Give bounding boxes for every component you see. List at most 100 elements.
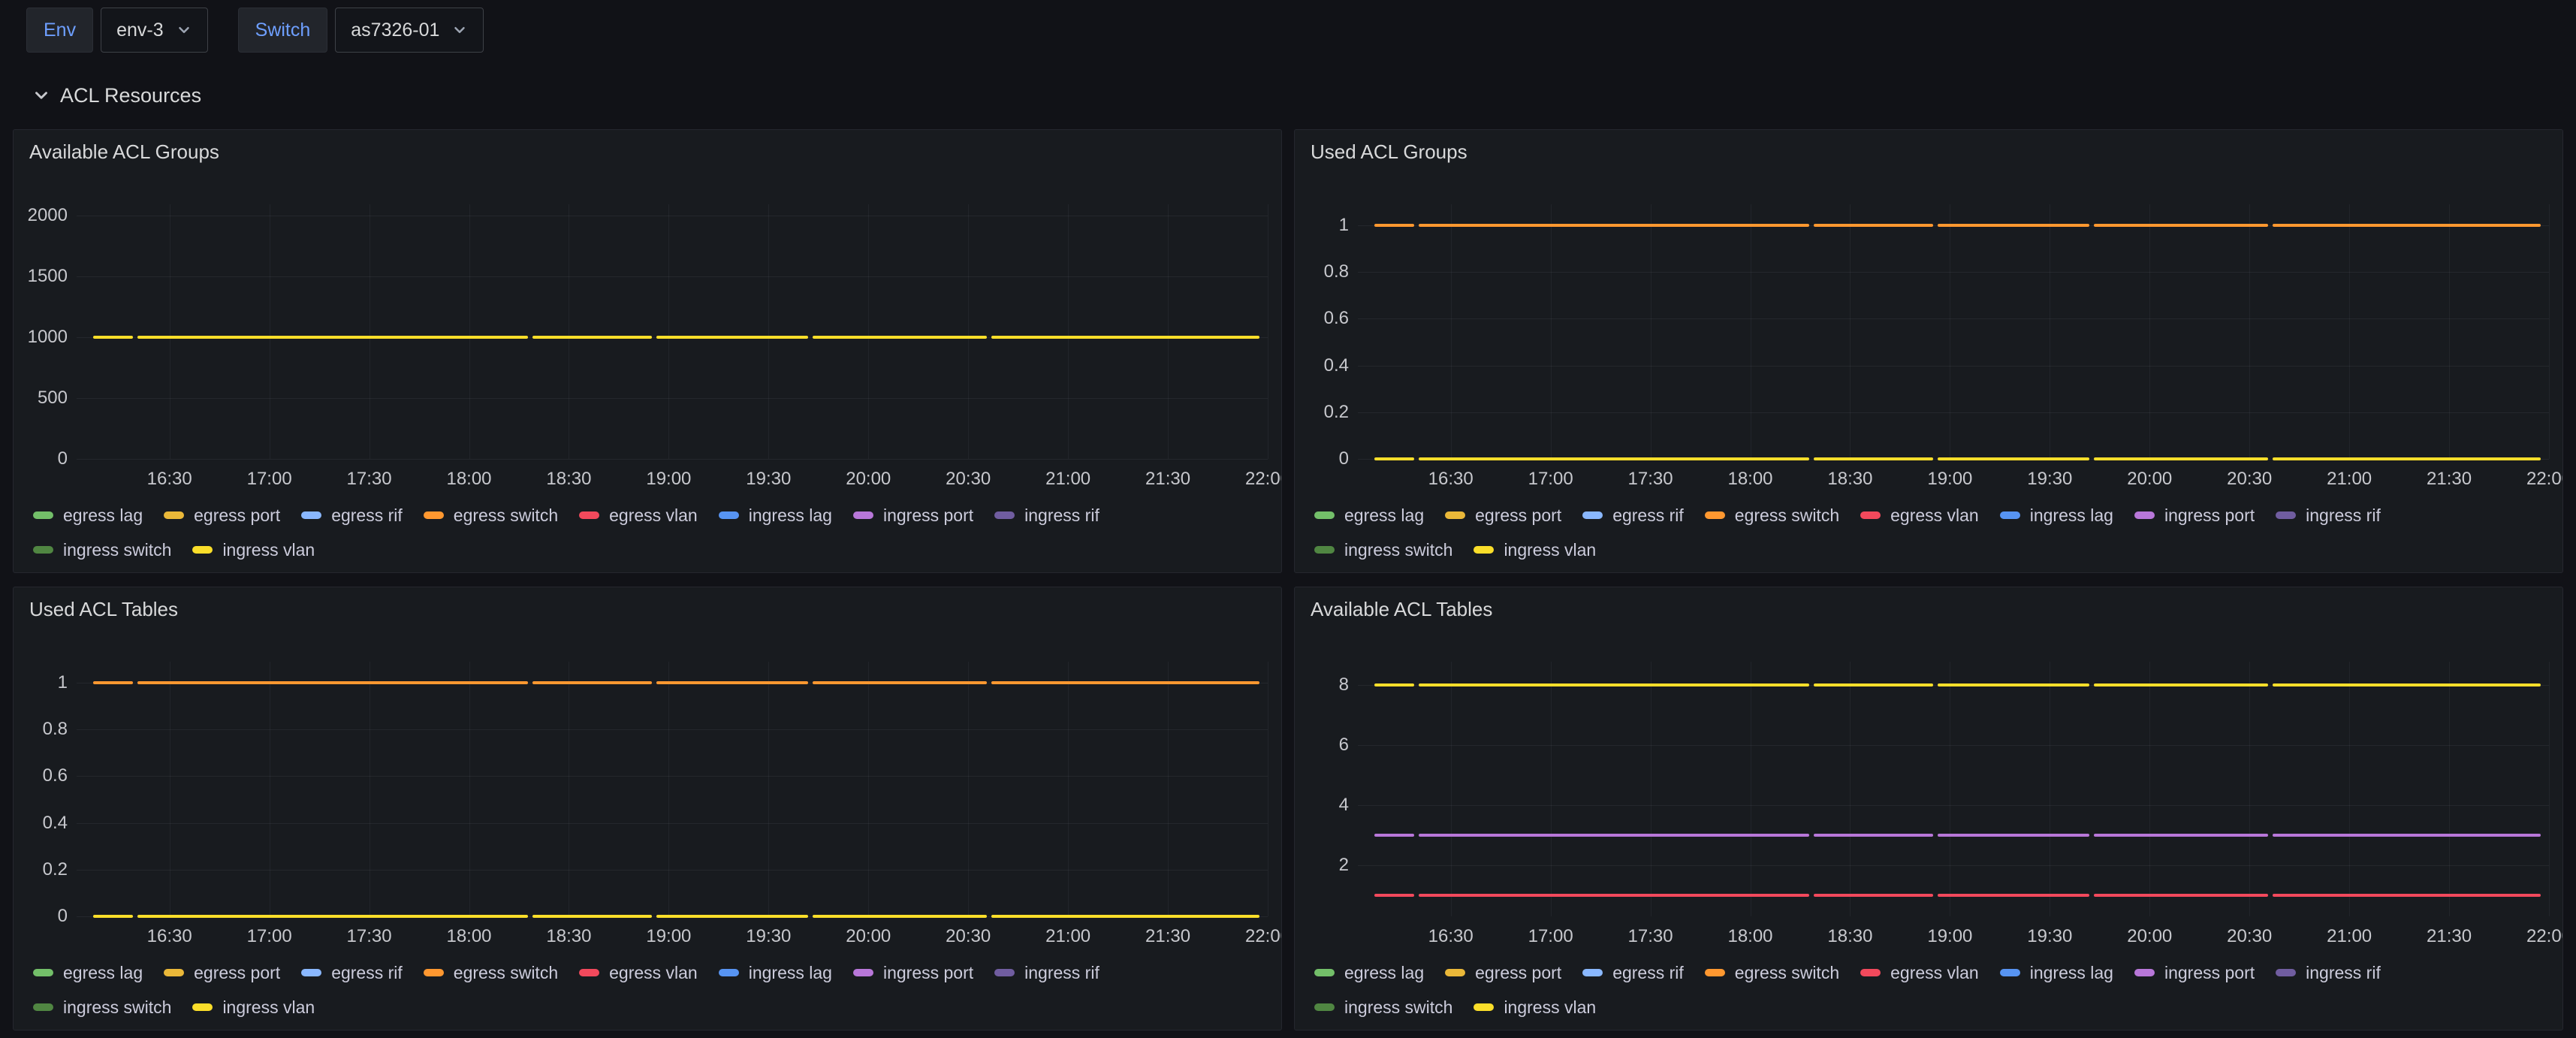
gridline — [1358, 805, 2549, 806]
legend-item-egress-port[interactable]: egress port — [164, 505, 280, 526]
y-axis-tick-label: 1000 — [14, 326, 68, 349]
legend-label: egress switch — [454, 963, 558, 983]
legend-label: ingress vlan — [1504, 997, 1596, 1018]
legend-label: ingress rif — [2306, 963, 2381, 983]
env-variable-select[interactable]: env-3 — [101, 8, 208, 53]
legend-item-ingress-port[interactable]: ingress port — [2134, 963, 2255, 983]
x-axis-tick-label: 21:30 — [1145, 468, 1190, 490]
x-axis-tick-label: 18:00 — [446, 925, 491, 948]
legend-item-ingress-rif[interactable]: ingress rif — [2276, 963, 2381, 983]
legend-item-ingress-switch[interactable]: ingress switch — [33, 997, 171, 1018]
legend-item-egress-lag[interactable]: egress lag — [1314, 963, 1424, 983]
legend-item-egress-vlan[interactable]: egress vlan — [579, 505, 698, 526]
legend-item-egress-port[interactable]: egress port — [1445, 505, 1561, 526]
legend-label: ingress switch — [1344, 540, 1452, 560]
chart-plot — [1358, 662, 2549, 916]
switch-variable-group: Switch as7326-01 — [238, 8, 484, 53]
legend-color-swatch — [164, 511, 184, 519]
panel-title[interactable]: Available ACL Groups — [29, 140, 219, 164]
chart-legend: egress lag egress port egress rif egress sw… — [1314, 955, 2555, 1024]
legend-item-egress-rif[interactable]: egress rif — [1582, 963, 1684, 983]
x-axis-tick-label: 18:30 — [546, 925, 591, 948]
legend-item-ingress-lag[interactable]: ingress lag — [719, 505, 832, 526]
legend-item-ingress-port[interactable]: ingress port — [853, 963, 973, 983]
chevron-down-icon — [32, 86, 51, 105]
legend-row: ingress switch ingress vlan — [1314, 533, 2555, 567]
legend-item-egress-vlan[interactable]: egress vlan — [579, 963, 698, 983]
x-axis-tick-label: 17:30 — [347, 468, 392, 490]
series-line-egress-switch — [93, 681, 132, 684]
legend-item-ingress-rif[interactable]: ingress rif — [2276, 505, 2381, 526]
legend-item-ingress-lag[interactable]: ingress lag — [719, 963, 832, 983]
legend-item-ingress-vlan[interactable]: ingress vlan — [192, 540, 315, 560]
legend-color-swatch — [192, 1003, 213, 1011]
legend-item-egress-switch[interactable]: egress switch — [424, 963, 558, 983]
gridline — [768, 662, 769, 916]
legend-row: egress lag egress port egress rif egress sw… — [1314, 498, 2555, 533]
x-axis-tick-label: 20:30 — [2227, 925, 2272, 948]
panel-title[interactable]: Available ACL Tables — [1311, 598, 1492, 621]
series-line-egress-switch — [813, 681, 987, 684]
series-line-ingress-vlan — [2273, 457, 2541, 460]
legend-label: egress rif — [1612, 505, 1684, 526]
series-line-ingress-vlan — [1938, 457, 2089, 460]
legend-item-egress-rif[interactable]: egress rif — [301, 505, 403, 526]
env-variable-label-text: Env — [44, 20, 76, 41]
legend-item-ingress-vlan[interactable]: ingress vlan — [1474, 540, 1596, 560]
series-line-ingress-vlan — [991, 915, 1259, 918]
gridline — [1850, 662, 1851, 916]
legend-item-egress-switch[interactable]: egress switch — [424, 505, 558, 526]
gridline — [868, 662, 869, 916]
gridline — [2549, 204, 2550, 459]
y-axis-tick-label: 0.8 — [1295, 261, 1349, 283]
legend-item-egress-port[interactable]: egress port — [164, 963, 280, 983]
x-axis-tick-label: 19:00 — [646, 925, 691, 948]
legend-item-egress-port[interactable]: egress port — [1445, 963, 1561, 983]
series-line-egress-vlan — [1938, 894, 2089, 897]
x-axis-tick-label: 21:30 — [2427, 468, 2472, 490]
legend-item-ingress-vlan[interactable]: ingress vlan — [192, 997, 315, 1018]
legend-item-egress-rif[interactable]: egress rif — [1582, 505, 1684, 526]
legend-color-swatch — [1314, 969, 1335, 976]
legend-item-egress-rif[interactable]: egress rif — [301, 963, 403, 983]
legend-item-ingress-rif[interactable]: ingress rif — [994, 963, 1099, 983]
gridline — [469, 662, 470, 916]
y-axis-tick-label: 6 — [1295, 734, 1349, 756]
series-line-egress-vlan — [1419, 894, 1809, 897]
series-line-ingress-vlan — [813, 336, 987, 339]
legend-item-egress-switch[interactable]: egress switch — [1705, 505, 1839, 526]
legend-item-ingress-lag[interactable]: ingress lag — [2000, 505, 2113, 526]
legend-item-ingress-switch[interactable]: ingress switch — [1314, 540, 1452, 560]
row-header-acl-resources[interactable]: ACL Resources — [32, 80, 2576, 111]
legend-item-ingress-switch[interactable]: ingress switch — [1314, 997, 1452, 1018]
legend-item-ingress-port[interactable]: ingress port — [853, 505, 973, 526]
legend-item-ingress-vlan[interactable]: ingress vlan — [1474, 997, 1596, 1018]
legend-label: egress vlan — [609, 505, 698, 526]
legend-label: egress vlan — [1890, 505, 1979, 526]
series-line-egress-switch — [137, 681, 528, 684]
legend-item-egress-lag[interactable]: egress lag — [33, 963, 143, 983]
legend-item-ingress-switch[interactable]: ingress switch — [33, 540, 171, 560]
legend-item-ingress-lag[interactable]: ingress lag — [2000, 963, 2113, 983]
panel-title[interactable]: Used ACL Groups — [1311, 140, 1467, 164]
x-axis-tick-label: 19:30 — [746, 468, 791, 490]
env-variable-group: Env env-3 — [26, 8, 208, 53]
legend-item-egress-vlan[interactable]: egress vlan — [1860, 963, 1979, 983]
legend-label: egress switch — [1735, 505, 1839, 526]
legend-item-ingress-rif[interactable]: ingress rif — [994, 505, 1099, 526]
chart-legend: egress lag egress port egress rif egress sw… — [33, 955, 1274, 1024]
legend-item-egress-lag[interactable]: egress lag — [33, 505, 143, 526]
switch-variable-select[interactable]: as7326-01 — [335, 8, 484, 53]
gridline — [1358, 366, 2549, 367]
panel-title[interactable]: Used ACL Tables — [29, 598, 178, 621]
legend-item-egress-switch[interactable]: egress switch — [1705, 963, 1839, 983]
chevron-down-icon — [176, 22, 192, 38]
legend-row: ingress switch ingress vlan — [1314, 990, 2555, 1024]
legend-item-ingress-port[interactable]: ingress port — [2134, 505, 2255, 526]
x-axis-tick-label: 19:30 — [746, 925, 791, 948]
legend-item-egress-vlan[interactable]: egress vlan — [1860, 505, 1979, 526]
x-axis-tick-label: 21:00 — [1045, 925, 1090, 948]
x-axis-tick-label: 17:00 — [1528, 468, 1573, 490]
legend-item-egress-lag[interactable]: egress lag — [1314, 505, 1424, 526]
x-axis-tick-label: 18:00 — [1727, 468, 1772, 490]
